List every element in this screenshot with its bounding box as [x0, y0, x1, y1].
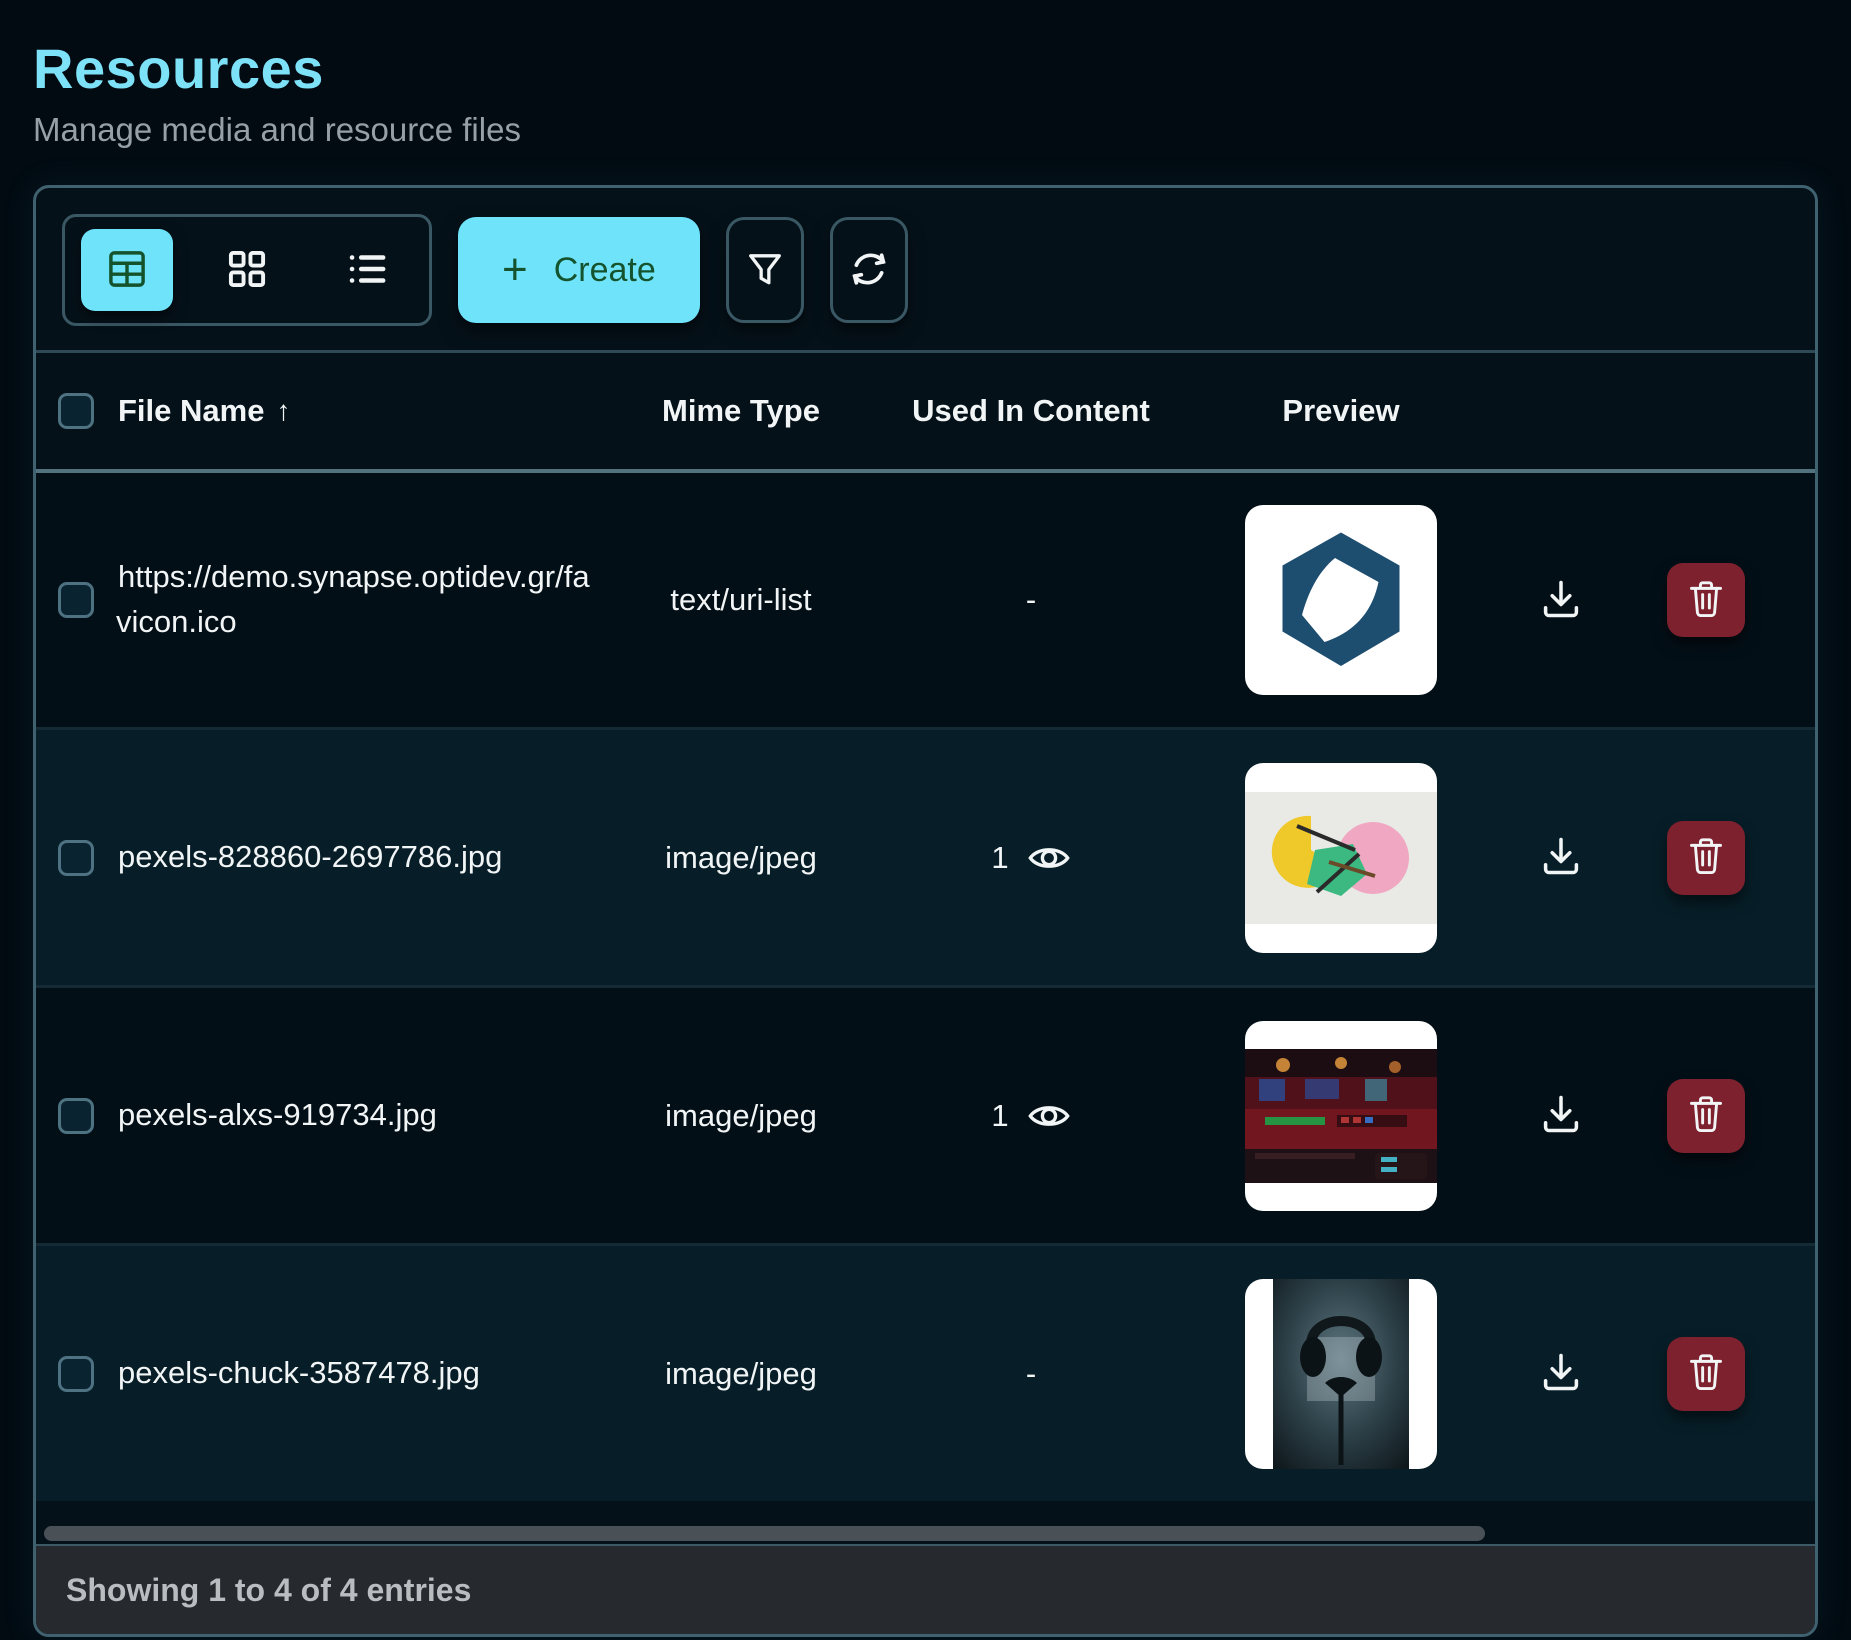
resources-table: File Name ↑ Mime Type Used In Content Pr… — [36, 350, 1815, 1522]
column-header-file-name[interactable]: File Name ↑ — [116, 393, 596, 429]
grid-view-icon — [224, 246, 270, 295]
eye-icon[interactable] — [1027, 842, 1071, 874]
table-footer: Showing 1 to 4 of 4 entries — [36, 1544, 1815, 1634]
download-icon — [1539, 1092, 1583, 1139]
grid-view-button[interactable] — [201, 229, 293, 311]
resources-page: Resources Manage media and resource file… — [0, 0, 1851, 1637]
file-name-text: pexels-chuck-3587478.jpg — [116, 1355, 480, 1390]
plus-icon: + — [502, 248, 528, 292]
create-button[interactable]: + Create — [458, 217, 700, 323]
used-in-count: 1 — [991, 840, 1008, 876]
refresh-button[interactable] — [830, 217, 908, 323]
toolbar: + Create — [36, 188, 1815, 350]
create-button-label: Create — [554, 251, 656, 290]
preview-header-label: Preview — [1282, 393, 1399, 429]
table-row: https://demo.synapse.optidev.gr/favicon.… — [36, 469, 1815, 727]
view-switcher — [62, 214, 432, 326]
download-button[interactable] — [1539, 834, 1583, 881]
preview-thumbnail[interactable] — [1245, 505, 1437, 695]
table-view-icon — [104, 246, 150, 295]
filter-button[interactable] — [726, 217, 804, 323]
preview-thumbnail[interactable] — [1245, 1279, 1437, 1469]
table-row: pexels-chuck-3587478.jpg image/jpeg - — [36, 1243, 1815, 1501]
page-title: Resources — [33, 36, 1818, 101]
trash-icon — [1689, 1353, 1723, 1394]
download-button[interactable] — [1539, 577, 1583, 624]
preview-thumbnail[interactable] — [1245, 763, 1437, 953]
table-header-row: File Name ↑ Mime Type Used In Content Pr… — [36, 353, 1815, 469]
row-checkbox[interactable] — [58, 582, 94, 618]
resources-panel: + Create — [33, 185, 1818, 1637]
horizontal-scrollbar — [36, 1522, 1815, 1544]
row-checkbox[interactable] — [58, 1356, 94, 1392]
column-header-used-in-content[interactable]: Used In Content — [886, 393, 1176, 429]
refresh-icon — [847, 247, 891, 294]
file-name-text: https://demo.synapse.optidev.gr/favicon.… — [116, 559, 590, 639]
used-in-content-header-label: Used In Content — [912, 393, 1150, 429]
delete-button[interactable] — [1667, 821, 1745, 895]
download-button[interactable] — [1539, 1092, 1583, 1139]
download-button[interactable] — [1539, 1350, 1583, 1397]
entries-status-text: Showing 1 to 4 of 4 entries — [66, 1572, 471, 1609]
row-checkbox[interactable] — [58, 840, 94, 876]
row-checkbox[interactable] — [58, 1098, 94, 1134]
sort-ascending-icon: ↑ — [276, 395, 290, 427]
download-icon — [1539, 1350, 1583, 1397]
trash-icon — [1689, 837, 1723, 878]
used-in-count: 1 — [991, 1098, 1008, 1134]
mime-type-header-label: Mime Type — [662, 393, 820, 429]
list-view-icon — [344, 246, 390, 295]
mime-type-text: image/jpeg — [665, 1356, 817, 1392]
delete-button[interactable] — [1667, 563, 1745, 637]
mime-type-text: text/uri-list — [670, 582, 811, 618]
table-body: https://demo.synapse.optidev.gr/favicon.… — [36, 469, 1815, 1501]
select-all-checkbox[interactable] — [58, 393, 94, 429]
preview-thumbnail[interactable] — [1245, 1021, 1437, 1211]
used-in-count: - — [1026, 582, 1036, 618]
download-icon — [1539, 577, 1583, 624]
file-name-text: pexels-alxs-919734.jpg — [116, 1097, 437, 1132]
delete-button[interactable] — [1667, 1337, 1745, 1411]
page-subtitle: Manage media and resource files — [33, 111, 1818, 149]
table-row: pexels-828860-2697786.jpg image/jpeg 1 — [36, 727, 1815, 985]
used-in-count: - — [1026, 1356, 1036, 1392]
table-view-button[interactable] — [81, 229, 173, 311]
table-row: pexels-alxs-919734.jpg image/jpeg 1 — [36, 985, 1815, 1243]
mime-type-text: image/jpeg — [665, 1098, 817, 1134]
mime-type-text: image/jpeg — [665, 840, 817, 876]
eye-icon[interactable] — [1027, 1100, 1071, 1132]
file-name-text: pexels-828860-2697786.jpg — [116, 839, 502, 874]
filter-icon — [743, 247, 787, 294]
file-name-header-label: File Name — [118, 393, 264, 429]
list-view-button[interactable] — [321, 229, 413, 311]
download-icon — [1539, 834, 1583, 881]
column-header-mime-type[interactable]: Mime Type — [596, 393, 886, 429]
delete-button[interactable] — [1667, 1079, 1745, 1153]
column-header-preview: Preview — [1176, 393, 1506, 429]
scrollbar-thumb[interactable] — [44, 1526, 1485, 1541]
trash-icon — [1689, 580, 1723, 621]
trash-icon — [1689, 1095, 1723, 1136]
